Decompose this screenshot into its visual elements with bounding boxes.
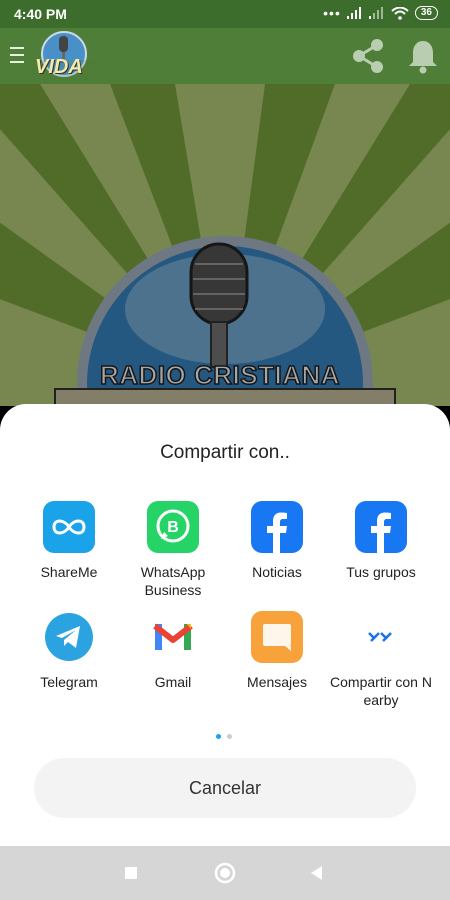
- home-icon[interactable]: [213, 861, 237, 885]
- sheet-title: Compartir con..: [160, 442, 290, 463]
- app-bar: VIDA: [0, 28, 450, 84]
- app-label: Telegram: [40, 674, 98, 690]
- share-target-telegram[interactable]: Telegram: [17, 611, 121, 691]
- page-dot-active: [216, 734, 221, 739]
- status-icons: ••• 36: [323, 5, 438, 21]
- recents-icon[interactable]: [119, 861, 143, 885]
- whatsapp-business-icon: B: [147, 501, 199, 553]
- signal-weak-icon: [368, 7, 383, 19]
- app-label: Noticias: [252, 564, 302, 580]
- page-dot: [227, 734, 232, 739]
- dots-icon: •••: [323, 5, 341, 21]
- back-icon[interactable]: [305, 861, 329, 885]
- sunburst-background: [0, 84, 450, 406]
- bell-icon[interactable]: [404, 37, 442, 75]
- app-label: Gmail: [154, 674, 192, 690]
- share-sheet: Compartir con.. ShareMe B WhatsApp Busin…: [0, 404, 450, 846]
- app-label: Tus grupos: [346, 564, 416, 580]
- facebook-icon: [355, 501, 407, 553]
- share-target-shareme[interactable]: ShareMe: [17, 501, 121, 581]
- share-target-gmail[interactable]: Gmail: [121, 611, 225, 691]
- logo-text: VIDA: [35, 56, 83, 78]
- telegram-icon: [43, 611, 95, 663]
- battery-icon: 36: [414, 6, 438, 20]
- share-target-tus-grupos[interactable]: Tus grupos: [329, 501, 433, 581]
- share-target-whatsapp-business[interactable]: B WhatsApp Business: [121, 501, 225, 599]
- app-label: Mensajes: [247, 674, 307, 690]
- svg-text:B: B: [167, 519, 179, 536]
- share-target-mensajes[interactable]: Mensajes: [225, 611, 329, 691]
- messages-icon: [251, 611, 303, 663]
- shareme-icon: [43, 501, 95, 553]
- app-label: ShareMe: [40, 564, 98, 580]
- app-logo[interactable]: VIDA: [33, 30, 95, 82]
- app-label: WhatsApp Business: [140, 564, 206, 598]
- page-indicator: [216, 734, 232, 739]
- wifi-icon: [391, 6, 409, 20]
- hero-banner: RADIO CRISTIANA: [0, 84, 450, 406]
- status-bar: 4:40 PM ••• 36: [0, 0, 450, 28]
- navigation-bar: [0, 846, 450, 900]
- share-target-nearby[interactable]: Compartir con Nearby: [329, 611, 433, 709]
- signal-icon: [346, 7, 361, 19]
- menu-icon[interactable]: [8, 44, 26, 66]
- facebook-icon: [251, 501, 303, 553]
- cancel-button[interactable]: Cancelar: [34, 758, 416, 818]
- app-label: Compartir con Nearby: [330, 674, 432, 708]
- hero-logo-text: RADIO CRISTIANA: [99, 359, 341, 391]
- nearby-share-icon: [355, 611, 407, 663]
- share-target-noticias[interactable]: Noticias: [225, 501, 329, 581]
- status-time: 4:40 PM: [14, 6, 67, 22]
- share-icon[interactable]: [348, 36, 388, 76]
- gmail-icon: [147, 611, 199, 663]
